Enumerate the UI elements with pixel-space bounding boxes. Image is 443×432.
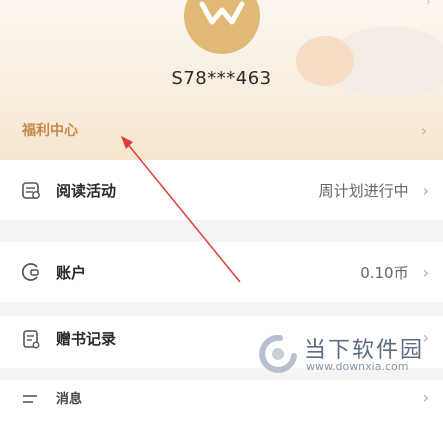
welfare-center-entry[interactable]: 福利中心 ›	[0, 108, 443, 152]
account-label: 账户	[56, 263, 87, 282]
username: S78***463	[171, 68, 272, 89]
menu-item-reading-activity[interactable]: 阅读活动 周计划进行中 ›	[0, 160, 443, 220]
menu-item-partial[interactable]: 消息 ›	[0, 380, 443, 432]
wallet-icon	[20, 261, 42, 283]
receipt-icon	[20, 328, 42, 350]
chevron-right-icon: ›	[422, 262, 429, 282]
watermark: 当下软件园 www.downxia.com	[258, 330, 443, 380]
avatar-face-icon	[199, 1, 245, 25]
watermark-logo-icon	[259, 334, 297, 373]
chevron-right-icon: ›	[422, 180, 429, 200]
book-records-label: 赠书记录	[56, 330, 117, 348]
welfare-center-label: 福利中心	[22, 123, 78, 139]
reading-activity-label: 阅读活动	[56, 181, 117, 200]
partial-item-label: 消息	[56, 392, 83, 407]
account-balance: 0.10币	[360, 263, 409, 282]
watermark-url: www.downxia.com	[306, 360, 409, 373]
chevron-right-icon: ›	[422, 388, 429, 407]
avatar[interactable]	[184, 0, 260, 54]
message-icon	[20, 388, 42, 410]
reading-activity-status: 周计划进行中	[318, 181, 409, 200]
menu-item-account[interactable]: 账户 0.10币 ›	[0, 242, 443, 302]
profile-header: › S78***463 福利中心 ›	[0, 0, 443, 160]
chevron-right-icon: ›	[425, 0, 431, 10]
calendar-list-icon	[20, 179, 42, 201]
chevron-right-icon: ›	[420, 120, 427, 140]
